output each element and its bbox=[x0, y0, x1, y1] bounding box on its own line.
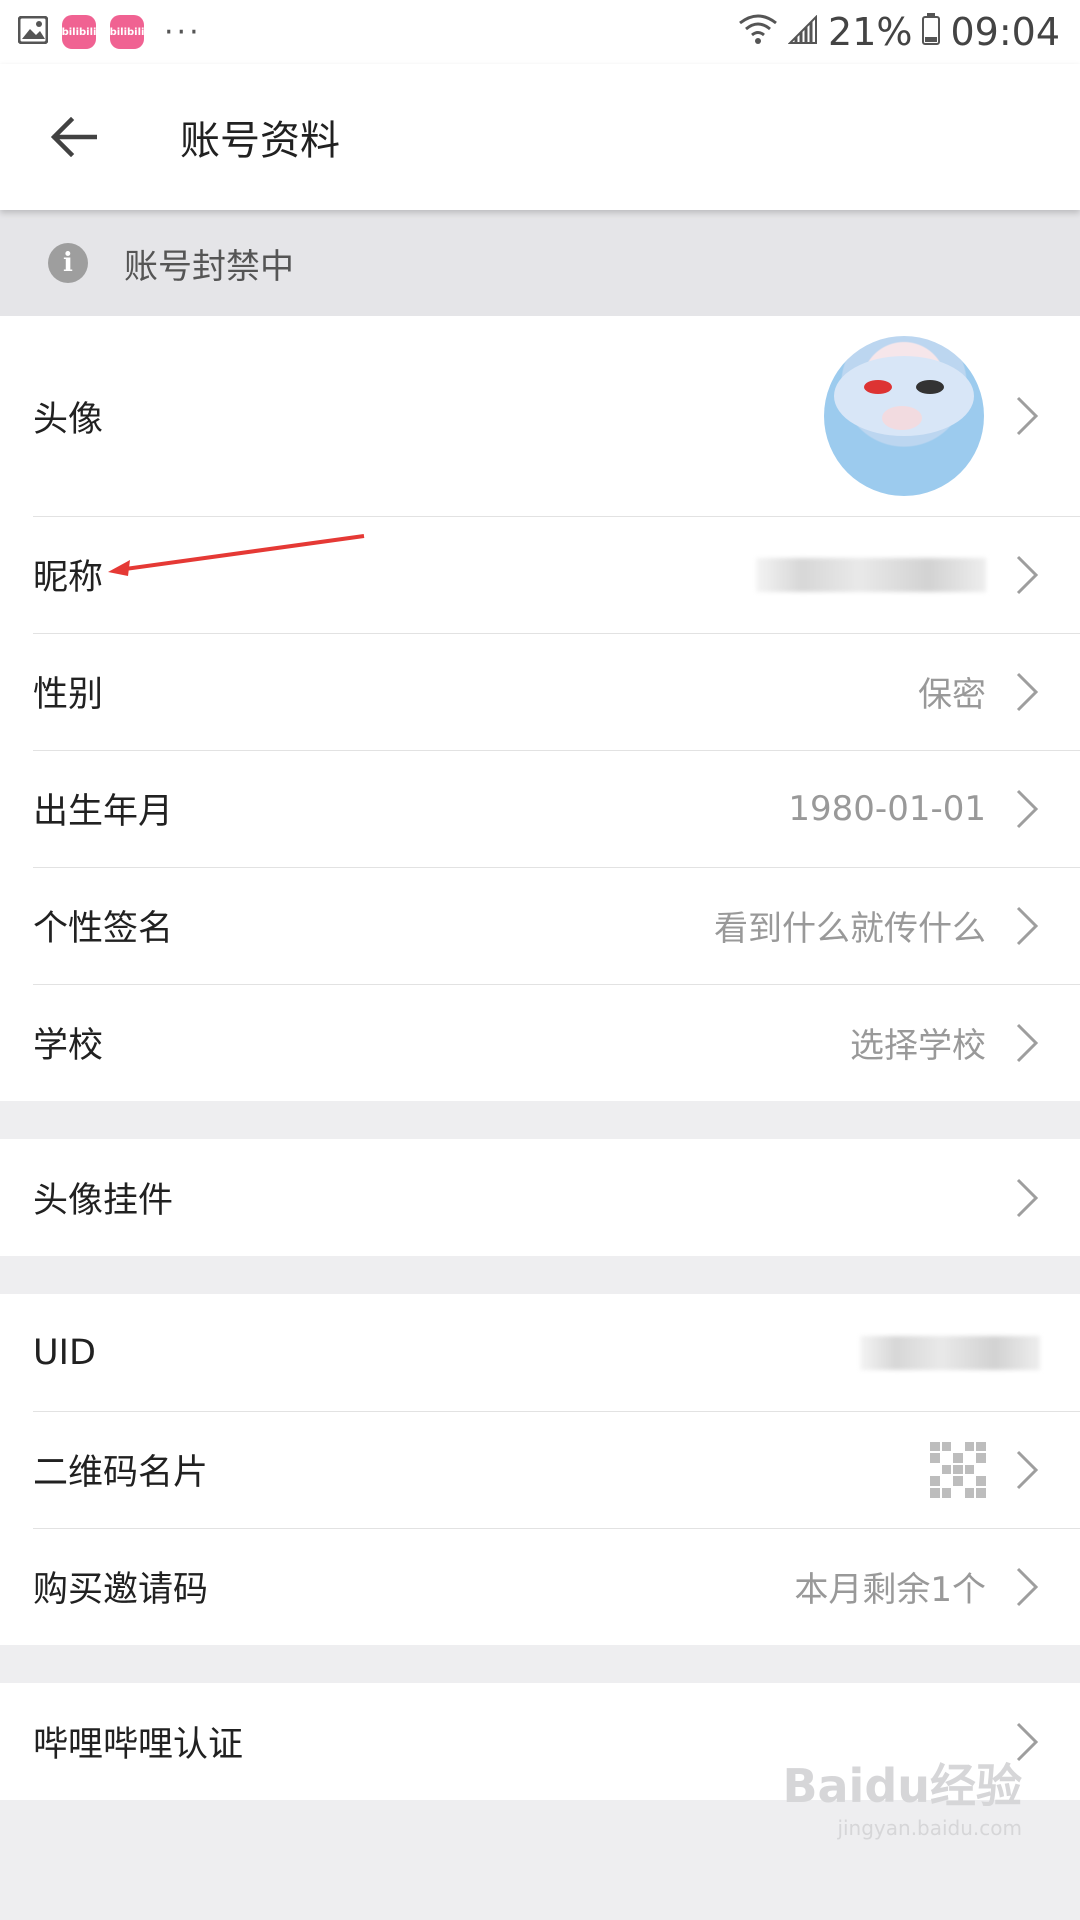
bilibili-app-icon: bilibili bbox=[62, 15, 96, 49]
invite-code-row[interactable]: 购买邀请码 本月剩余1个 bbox=[0, 1528, 1080, 1645]
invite-code-label: 购买邀请码 bbox=[33, 1570, 209, 1610]
chevron-right-icon bbox=[1014, 670, 1040, 714]
nickname-value-redacted bbox=[756, 557, 986, 592]
gallery-icon bbox=[17, 15, 49, 48]
battery-icon bbox=[922, 10, 941, 54]
chevron-right-icon bbox=[1014, 553, 1040, 597]
signature-value: 看到什么就传什么 bbox=[714, 909, 986, 949]
birthday-row[interactable]: 出生年月 1980-01-01 bbox=[0, 750, 1080, 867]
watermark-url: jingyan.baidu.com bbox=[837, 1816, 1022, 1840]
status-left: bilibili bilibili ··· bbox=[17, 14, 202, 50]
chevron-right-icon bbox=[1014, 394, 1040, 438]
avatar bbox=[824, 336, 984, 496]
bilibili-app-icon: bilibili bbox=[110, 15, 144, 49]
battery-percent: 21% bbox=[828, 10, 913, 54]
more-notifications-icon: ··· bbox=[164, 14, 202, 50]
account-group: UID 二维码名片 购买邀请码 本月剩余1个 bbox=[0, 1294, 1080, 1645]
signature-label: 个性签名 bbox=[33, 909, 174, 949]
signal-icon bbox=[787, 10, 818, 54]
birthday-value: 1980-01-01 bbox=[788, 788, 986, 829]
chevron-right-icon bbox=[1014, 1448, 1040, 1492]
page-title: 账号资料 bbox=[180, 118, 340, 164]
gender-row[interactable]: 性别 保密 bbox=[0, 633, 1080, 750]
chevron-right-icon bbox=[1014, 787, 1040, 831]
signature-row[interactable]: 个性签名 看到什么就传什么 bbox=[0, 867, 1080, 984]
avatar-pendant-label: 头像挂件 bbox=[33, 1181, 174, 1221]
uid-label: UID bbox=[33, 1332, 96, 1373]
school-label: 学校 bbox=[33, 1026, 104, 1066]
gender-label: 性别 bbox=[33, 675, 104, 715]
chevron-right-icon bbox=[1014, 1176, 1040, 1220]
watermark-logo-text: Baidu经验 bbox=[782, 1759, 1022, 1813]
invite-code-value: 本月剩余1个 bbox=[794, 1570, 986, 1610]
account-status-banner: i 账号封禁中 bbox=[0, 210, 1080, 316]
back-arrow-icon bbox=[51, 117, 97, 157]
qr-code-icon bbox=[930, 1441, 986, 1498]
status-bar: bilibili bilibili ··· 21% 09:04 bbox=[0, 0, 1080, 64]
qr-card-row[interactable]: 二维码名片 bbox=[0, 1411, 1080, 1528]
back-button[interactable] bbox=[26, 89, 122, 185]
chevron-right-icon bbox=[1014, 904, 1040, 948]
avatar-pendant-row[interactable]: 头像挂件 bbox=[0, 1139, 1080, 1256]
chevron-right-icon bbox=[1014, 1565, 1040, 1609]
clock: 09:04 bbox=[950, 10, 1060, 54]
chevron-right-icon bbox=[1014, 1021, 1040, 1065]
birthday-label: 出生年月 bbox=[33, 792, 174, 832]
app-header: 账号资料 bbox=[0, 64, 1080, 210]
annotation-arrow bbox=[108, 534, 365, 576]
account-status-text: 账号封禁中 bbox=[124, 246, 294, 287]
uid-value-redacted bbox=[860, 1335, 1040, 1370]
avatar-row[interactable]: 头像 bbox=[0, 316, 1080, 516]
gender-value: 保密 bbox=[918, 675, 986, 715]
wifi-icon bbox=[738, 10, 778, 54]
status-right: 21% 09:04 bbox=[738, 10, 1060, 54]
qr-card-label: 二维码名片 bbox=[33, 1453, 209, 1493]
info-icon: i bbox=[48, 243, 88, 283]
pendant-group: 头像挂件 bbox=[0, 1139, 1080, 1256]
profile-group: 头像 昵称 性别 保密 出生年月 1980-01-01 个性签名 看到什么就传什… bbox=[0, 316, 1080, 1101]
school-row[interactable]: 学校 选择学校 bbox=[0, 984, 1080, 1101]
avatar-label: 头像 bbox=[33, 399, 104, 440]
school-value: 选择学校 bbox=[850, 1026, 986, 1066]
watermark: Baidu经验 jingyan.baidu.com bbox=[782, 1750, 1022, 1840]
uid-row: UID bbox=[0, 1294, 1080, 1411]
